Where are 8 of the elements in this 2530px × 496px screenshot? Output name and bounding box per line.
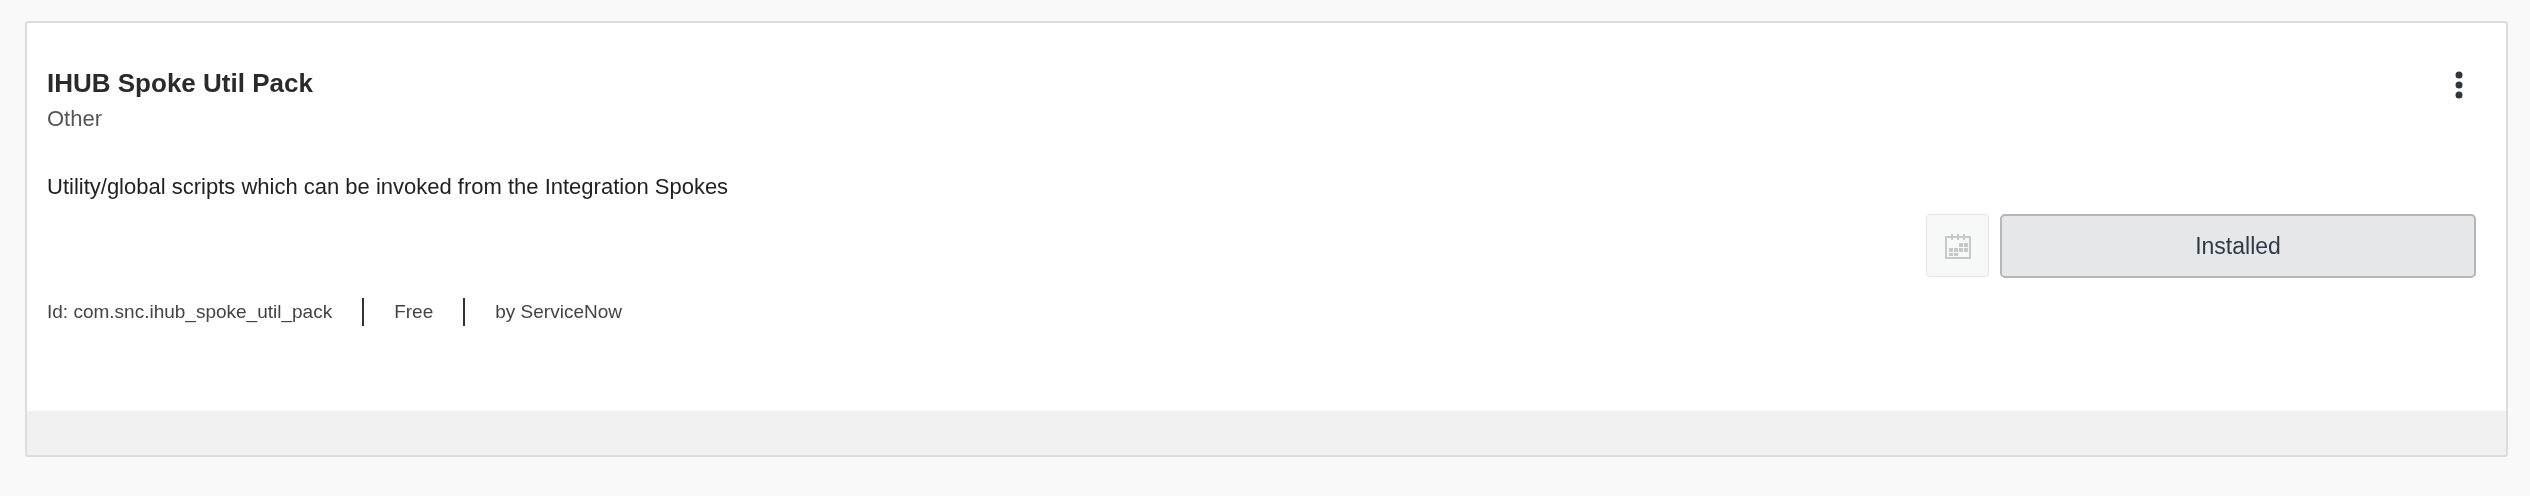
meta-text: Id: com.snc.ihub_spoke_util_pack (47, 301, 333, 323)
installed-button[interactable]: Installed (2000, 214, 2476, 278)
app-description: Utility/global scripts which can be invoked from the Integration Spokes (47, 173, 730, 201)
app-title: IHUB Spoke Util Pack (47, 67, 313, 100)
meta-text: Free (394, 301, 434, 323)
meta-text: by ServiceNow (495, 301, 622, 323)
app-category: Other (47, 105, 104, 133)
calendar-icon (1943, 231, 1972, 260)
